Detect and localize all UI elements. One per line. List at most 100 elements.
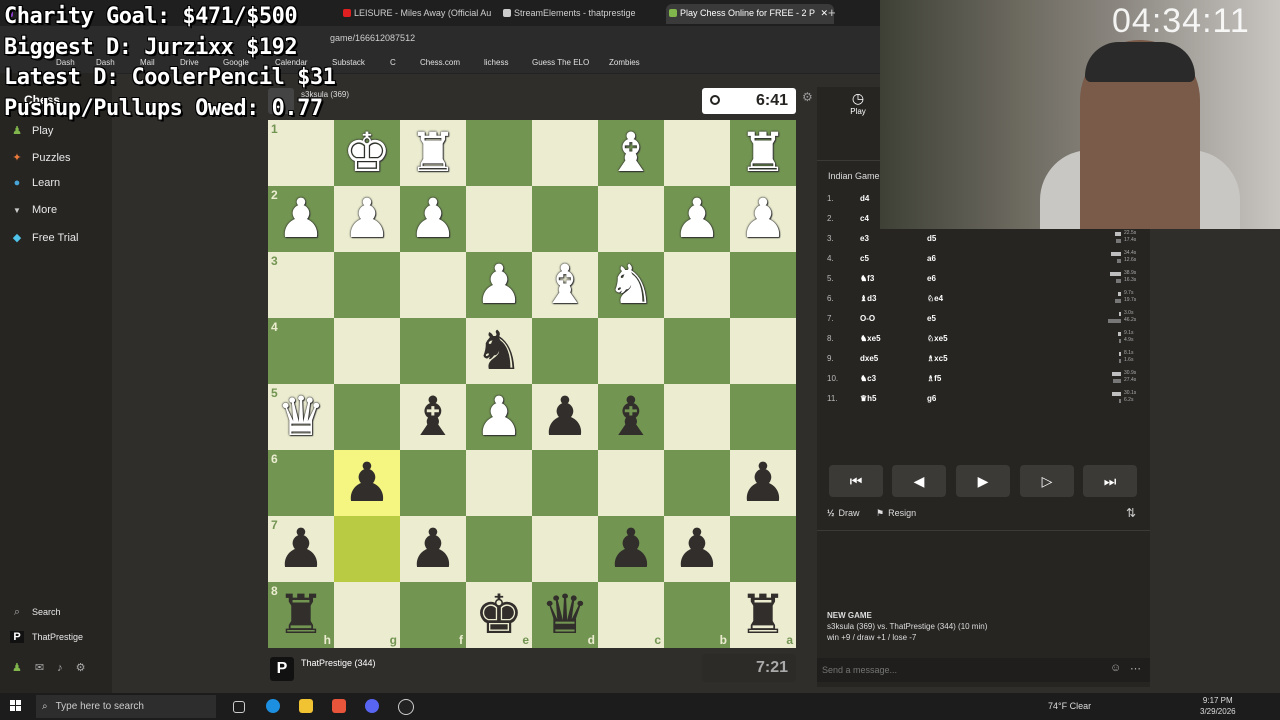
sidebar-item-learn[interactable]: ● Learn bbox=[10, 177, 60, 189]
last-move-button[interactable]: ⏭ bbox=[1083, 465, 1137, 497]
bookmark-chess[interactable]: Chess.com bbox=[420, 58, 460, 67]
system-clock[interactable]: 9:17 PM 3/29/2026 bbox=[1200, 695, 1236, 717]
board-square[interactable] bbox=[730, 516, 796, 582]
white-piece[interactable]: ♛ bbox=[268, 384, 334, 450]
black-move[interactable]: ♘xe5 bbox=[927, 334, 948, 343]
bookmark-zombies[interactable]: Zombies bbox=[609, 58, 640, 67]
black-piece[interactable]: ♚ bbox=[466, 582, 532, 648]
board-square[interactable] bbox=[532, 516, 598, 582]
bookmark-substack[interactable]: Substack bbox=[332, 58, 365, 67]
white-move[interactable]: e3 bbox=[860, 234, 869, 243]
board-square[interactable] bbox=[532, 318, 598, 384]
black-piece[interactable]: ♟ bbox=[664, 516, 730, 582]
board-square[interactable] bbox=[334, 318, 400, 384]
board-square[interactable]: g bbox=[334, 582, 400, 648]
taskbar-search[interactable]: ⌕ Type here to search bbox=[36, 695, 216, 718]
white-piece[interactable]: ♚ bbox=[334, 120, 400, 186]
white-piece[interactable]: ♟ bbox=[466, 384, 532, 450]
board-square[interactable] bbox=[400, 318, 466, 384]
board-square[interactable] bbox=[334, 516, 400, 582]
board-square[interactable]: 4 bbox=[268, 318, 334, 384]
task-view-icon[interactable] bbox=[233, 701, 245, 713]
black-move[interactable]: ♗xc5 bbox=[927, 354, 948, 363]
bookmark-guess-elo[interactable]: Guess The ELO bbox=[532, 58, 589, 67]
black-piece[interactable]: ♜ bbox=[730, 582, 796, 648]
black-move[interactable]: a6 bbox=[927, 254, 936, 263]
board-square[interactable] bbox=[532, 186, 598, 252]
black-move[interactable]: ♗f5 bbox=[927, 374, 941, 383]
player-name[interactable]: ThatPrestige (344) bbox=[301, 658, 376, 668]
black-move[interactable]: e5 bbox=[927, 314, 936, 323]
edge-icon[interactable] bbox=[266, 699, 280, 713]
white-move[interactable]: ♞xe5 bbox=[860, 334, 881, 343]
brave-icon[interactable] bbox=[332, 699, 346, 713]
browser-tab-streamelements[interactable]: StreamElements - thatprestige bbox=[500, 4, 664, 24]
gear-icon[interactable]: ⚙ bbox=[76, 662, 99, 674]
black-piece[interactable]: ♞ bbox=[466, 318, 532, 384]
board-square[interactable] bbox=[664, 318, 730, 384]
chat-message-input[interactable] bbox=[817, 658, 1150, 682]
white-move[interactable]: c4 bbox=[860, 214, 869, 223]
tab-close-icon[interactable]: ✕ bbox=[820, 4, 828, 22]
white-piece[interactable]: ♟ bbox=[730, 186, 796, 252]
sidebar-item-free-trial[interactable]: ◆ Free Trial bbox=[10, 231, 79, 244]
first-move-button[interactable]: ⏮ bbox=[829, 465, 883, 497]
board-square[interactable] bbox=[400, 252, 466, 318]
url-text[interactable]: game/166612087512 bbox=[330, 33, 415, 43]
white-piece[interactable]: ♟ bbox=[400, 186, 466, 252]
white-piece[interactable]: ♞ bbox=[598, 252, 664, 318]
board-square[interactable] bbox=[598, 318, 664, 384]
board-square[interactable]: c bbox=[598, 582, 664, 648]
white-move[interactable]: c5 bbox=[860, 254, 869, 263]
white-move[interactable]: ♝d3 bbox=[860, 294, 877, 303]
board-square[interactable]: 3 bbox=[268, 252, 334, 318]
bell-icon[interactable]: ♪ bbox=[57, 662, 76, 674]
black-piece[interactable]: ♜ bbox=[268, 582, 334, 648]
draw-button[interactable]: ½ Draw bbox=[827, 508, 860, 518]
white-move[interactable]: O-O bbox=[860, 314, 875, 323]
white-piece[interactable]: ♜ bbox=[400, 120, 466, 186]
white-piece[interactable]: ♟ bbox=[664, 186, 730, 252]
board-square[interactable] bbox=[466, 516, 532, 582]
browser-tab-leisure[interactable]: LEISURE - Miles Away (Official Au bbox=[340, 4, 504, 24]
sidebar-item-play[interactable]: ♟ Play bbox=[10, 124, 53, 137]
white-piece[interactable]: ♟ bbox=[466, 252, 532, 318]
black-piece[interactable]: ♟ bbox=[730, 450, 796, 516]
board-square[interactable] bbox=[730, 384, 796, 450]
board-square[interactable] bbox=[334, 252, 400, 318]
bookmark-lichess[interactable]: lichess bbox=[484, 58, 508, 67]
white-piece[interactable]: ♟ bbox=[334, 186, 400, 252]
tab-play[interactable]: ◷ Play bbox=[836, 90, 880, 116]
mail-icon[interactable]: ✉ bbox=[35, 662, 57, 674]
black-piece[interactable]: ♟ bbox=[598, 516, 664, 582]
white-piece[interactable]: ♜ bbox=[730, 120, 796, 186]
sidebar-item-more[interactable]: ▼ More bbox=[10, 204, 57, 216]
black-move[interactable]: ♘e4 bbox=[927, 294, 943, 303]
board-square[interactable] bbox=[466, 186, 532, 252]
bookmark-c[interactable]: C bbox=[390, 58, 396, 67]
play-moves-button[interactable]: ▶ bbox=[956, 465, 1010, 497]
white-move[interactable]: ♞c3 bbox=[860, 374, 876, 383]
black-move[interactable]: g6 bbox=[927, 394, 936, 403]
board-square[interactable] bbox=[664, 120, 730, 186]
white-piece[interactable]: ♟ bbox=[268, 186, 334, 252]
white-move[interactable]: ♞f3 bbox=[860, 274, 874, 283]
black-piece[interactable]: ♟ bbox=[532, 384, 598, 450]
board-square[interactable]: f bbox=[400, 582, 466, 648]
black-piece[interactable]: ♛ bbox=[532, 582, 598, 648]
board-settings-icon[interactable]: ⚙ bbox=[802, 90, 813, 104]
white-move[interactable]: d4 bbox=[860, 194, 869, 203]
friends-icon[interactable]: ♟ bbox=[12, 662, 35, 674]
windows-start-icon[interactable] bbox=[10, 700, 22, 712]
chat-more-icon[interactable]: ⋯ bbox=[1130, 662, 1141, 675]
sidebar-item-puzzles[interactable]: ✦ Puzzles bbox=[10, 151, 70, 164]
board-square[interactable] bbox=[466, 450, 532, 516]
sidebar-profile[interactable]: P ThatPrestige bbox=[10, 631, 83, 643]
board-square[interactable] bbox=[532, 450, 598, 516]
weather-widget[interactable]: 74°F Clear bbox=[1048, 701, 1091, 711]
new-tab-button[interactable]: + bbox=[828, 5, 836, 20]
board-square[interactable] bbox=[400, 450, 466, 516]
player-avatar[interactable]: P bbox=[270, 657, 294, 681]
board-square[interactable] bbox=[334, 384, 400, 450]
board-square[interactable] bbox=[664, 252, 730, 318]
